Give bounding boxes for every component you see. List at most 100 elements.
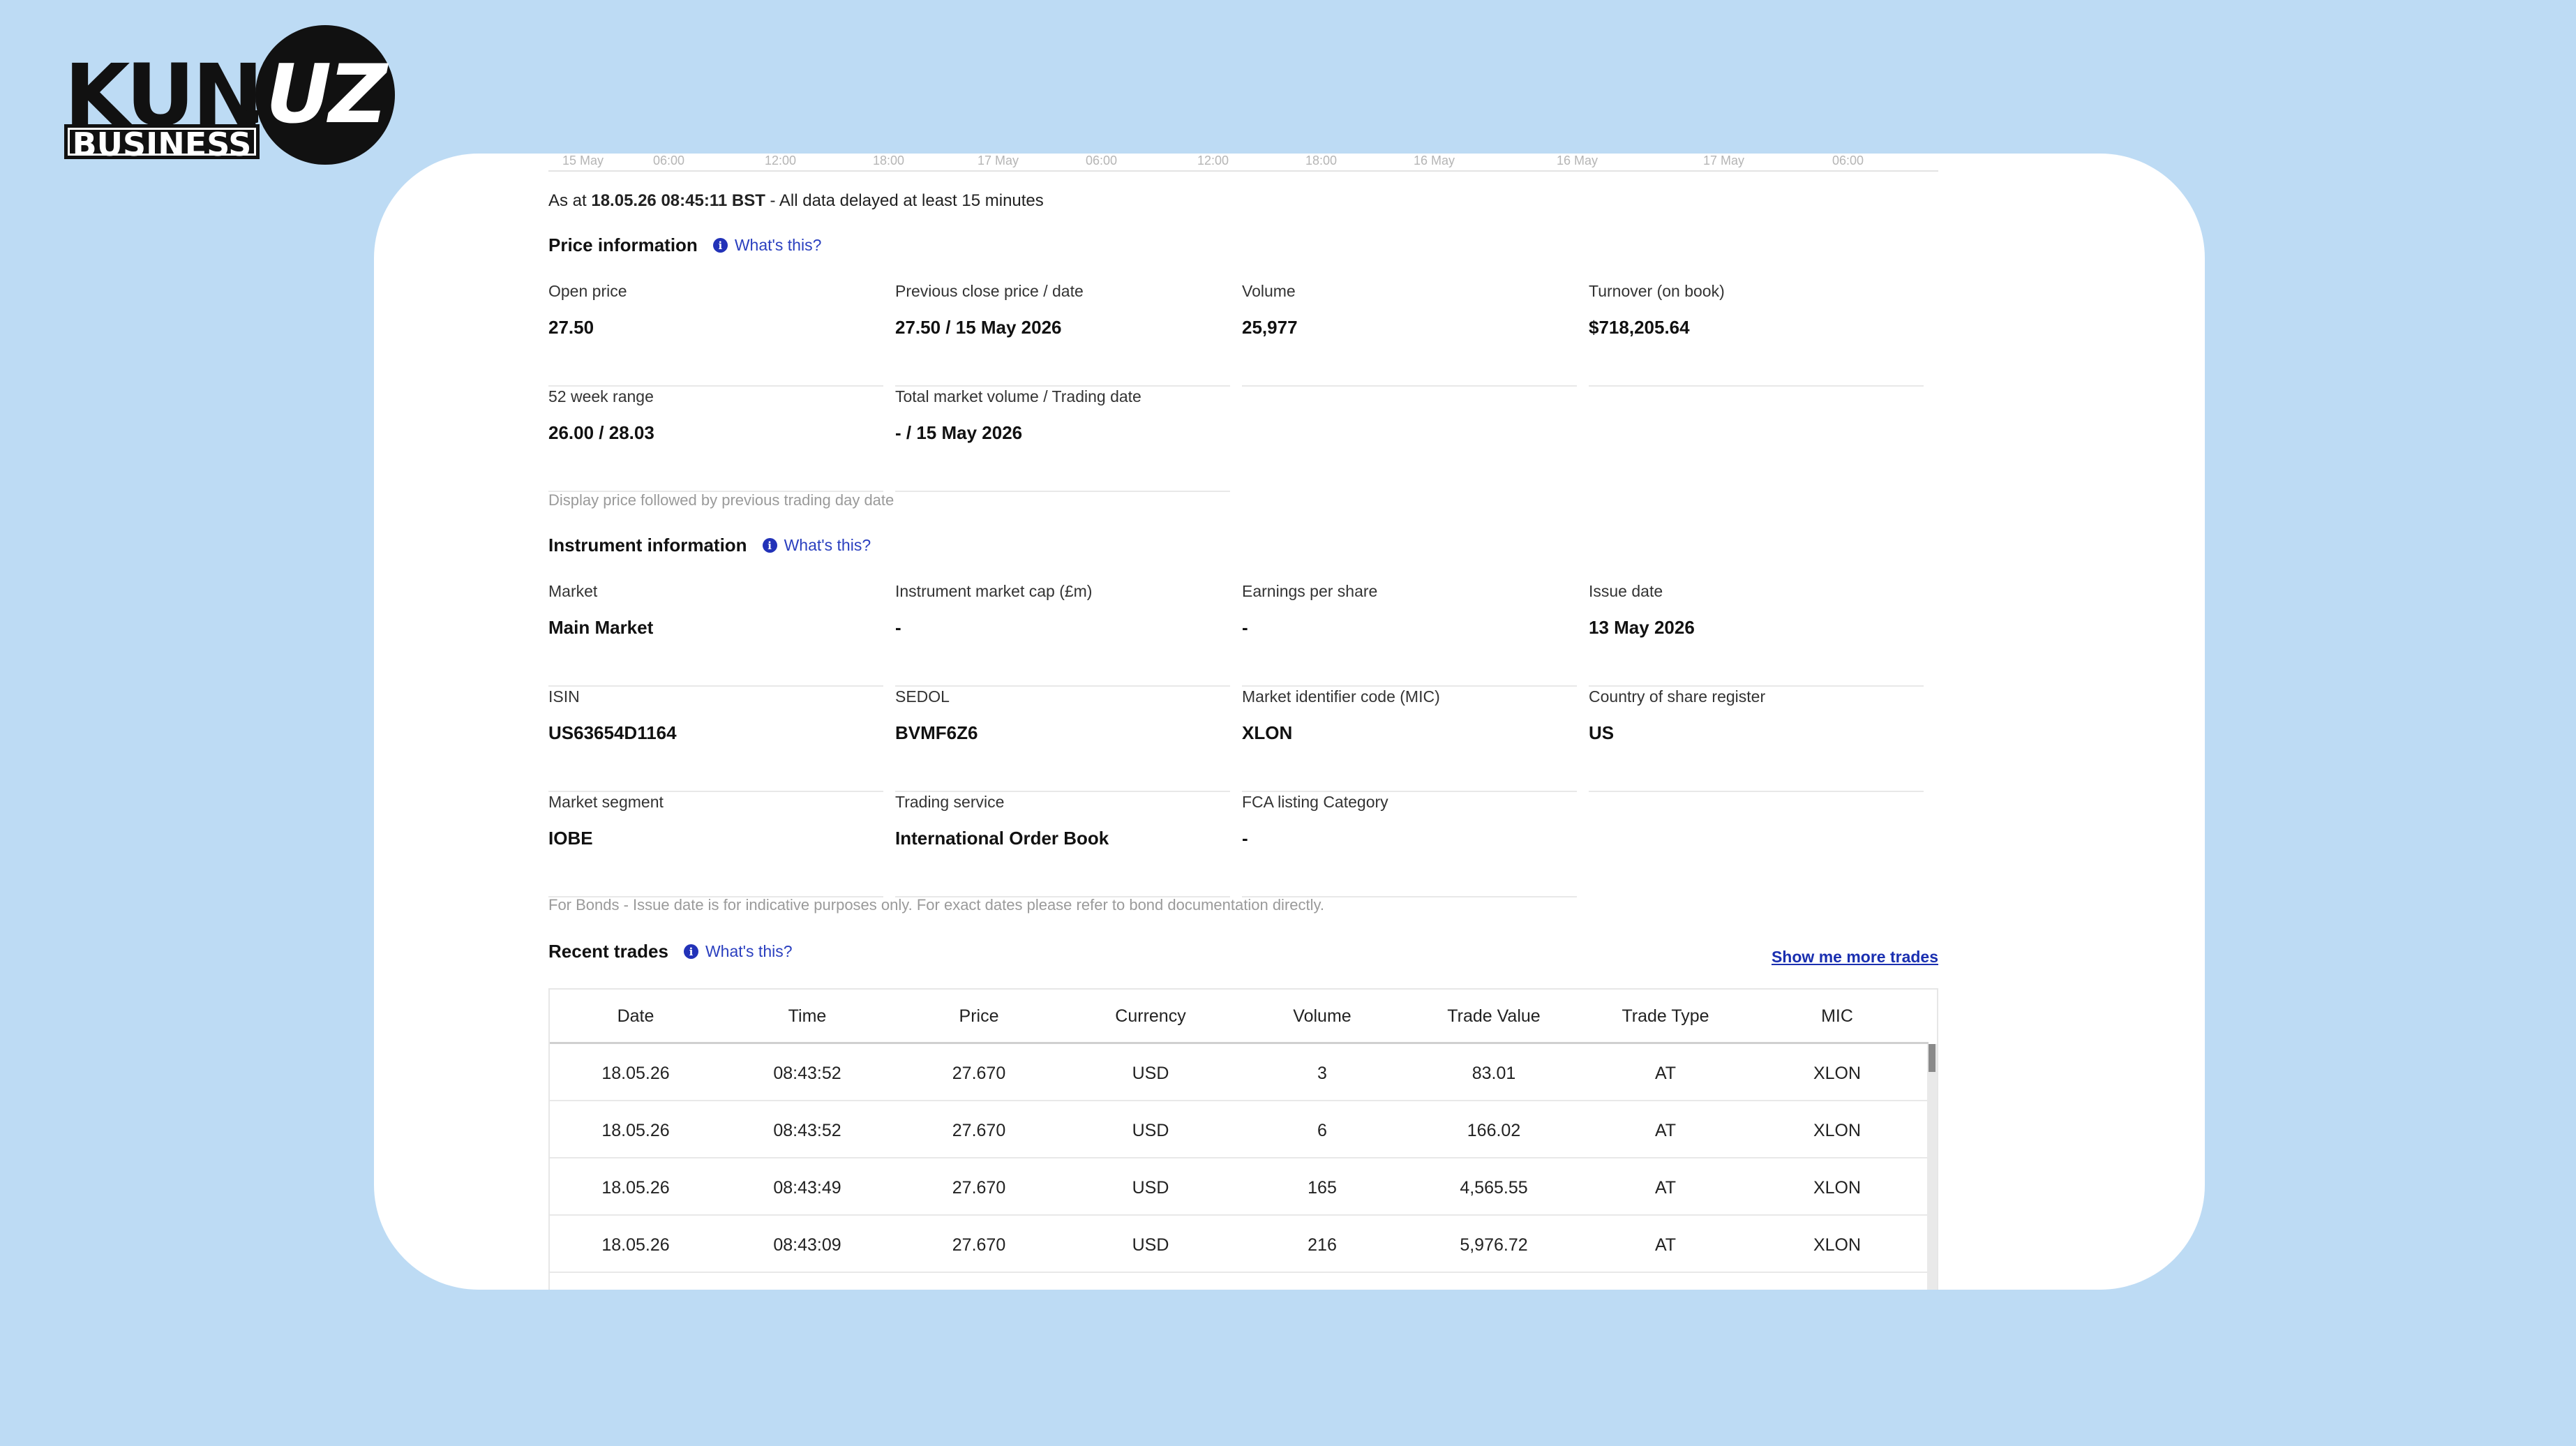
cell-trade-type: AT bbox=[1654, 1235, 1677, 1255]
cell-mic: XLON bbox=[1813, 1235, 1862, 1255]
cell-trade-value: 83.01 bbox=[1472, 1064, 1516, 1083]
instrument-information-header: Instrument information i What's this? bbox=[548, 535, 871, 556]
column-header-price[interactable]: Price bbox=[893, 1006, 1065, 1027]
table-scrollbar[interactable] bbox=[1927, 1044, 1937, 1290]
cell-trade-value: 4,565.55 bbox=[1460, 1178, 1528, 1198]
logo-uz-text: UZ bbox=[265, 47, 387, 142]
cell-mic: XLON bbox=[1813, 1064, 1862, 1083]
table-header-row: Date Time Price Currency Volume Trade Va… bbox=[550, 990, 1929, 1044]
logo-circle: UZ bbox=[255, 25, 395, 165]
info-icon: i bbox=[762, 538, 777, 553]
cell-time: 08:43:09 bbox=[773, 1235, 841, 1255]
column-header-trade-value[interactable]: Trade Value bbox=[1408, 1006, 1580, 1027]
kun-uz-business-logo: KUN UZ BUSINESS bbox=[64, 25, 399, 165]
cell-currency: USD bbox=[1132, 1178, 1169, 1198]
column-header-mic[interactable]: MIC bbox=[1751, 1006, 1923, 1027]
cell-trade-value: 5,976.72 bbox=[1460, 1235, 1528, 1255]
field-country-of-register: Country of share register US bbox=[1589, 687, 1924, 792]
info-icon: i bbox=[712, 238, 728, 253]
cell-trade-type: AT bbox=[1654, 1064, 1677, 1083]
price-display-note: Display price followed by previous tradi… bbox=[548, 491, 894, 509]
axis-tick: 06:00 bbox=[653, 154, 685, 167]
column-header-time[interactable]: Time bbox=[721, 1006, 893, 1027]
whats-this-link[interactable]: i What's this? bbox=[712, 236, 821, 255]
cell-volume: 165 bbox=[1308, 1178, 1337, 1198]
cell-currency: USD bbox=[1132, 1235, 1169, 1255]
bonds-issue-date-note: For Bonds - Issue date is for indicative… bbox=[548, 896, 1324, 914]
instrument-page: 15 May 06:00 12:00 18:00 17 May 06:00 12… bbox=[548, 154, 1938, 1290]
field-total-market-volume: Total market volume / Trading date - / 15… bbox=[895, 387, 1230, 492]
axis-tick: 17 May bbox=[1703, 154, 1745, 167]
field-previous-close: Previous close price / date 27.50 / 15 Ma… bbox=[895, 282, 1230, 387]
cell-date: 18.05.26 bbox=[601, 1178, 670, 1198]
field-isin: ISIN US63654D1164 bbox=[548, 687, 883, 792]
show-more-trades-link[interactable]: Show me more trades bbox=[1772, 948, 1938, 967]
cell-trade-value: 166.02 bbox=[1467, 1121, 1521, 1140]
cell-time: 08:43:49 bbox=[773, 1178, 841, 1198]
table-row: 18.05.26 08:43:09 27.670 USD 216 5,976.7… bbox=[550, 1216, 1929, 1273]
field-trading-service: Trading service International Order Book bbox=[895, 793, 1230, 897]
axis-tick: 16 May bbox=[1557, 154, 1598, 167]
axis-tick: 16 May bbox=[1414, 154, 1455, 167]
cell-time: 08:43:52 bbox=[773, 1064, 841, 1083]
field-sedol: SEDOL BVMF6Z6 bbox=[895, 687, 1230, 792]
whats-this-link[interactable]: i What's this? bbox=[683, 942, 793, 961]
screenshot-card: 15 May 06:00 12:00 18:00 17 May 06:00 12… bbox=[374, 154, 2205, 1290]
table-row: 18.05.26 08:43:52 27.670 USD 6 166.02 AT… bbox=[550, 1101, 1929, 1158]
axis-tick: 06:00 bbox=[1832, 154, 1864, 167]
axis-tick: 18:00 bbox=[1305, 154, 1338, 167]
cell-volume: 3 bbox=[1317, 1064, 1327, 1083]
cell-mic: XLON bbox=[1813, 1121, 1862, 1140]
section-title: Price information bbox=[548, 234, 698, 255]
field-market-cap: Instrument market cap (£m) - bbox=[895, 582, 1230, 687]
column-header-currency[interactable]: Currency bbox=[1065, 1006, 1236, 1027]
axis-tick: 18:00 bbox=[873, 154, 905, 167]
logo-dot bbox=[246, 110, 258, 123]
field-volume: Volume 25,977 bbox=[1242, 282, 1577, 387]
field-open-price: Open price 27.50 bbox=[548, 282, 883, 387]
scrollbar-thumb[interactable] bbox=[1929, 1044, 1935, 1072]
table-row: 18.05.26 08:43:49 27.670 USD 165 4,565.5… bbox=[550, 1158, 1929, 1216]
axis-tick: 12:00 bbox=[1197, 154, 1229, 167]
field-market-segment: Market segment IOBE bbox=[548, 793, 883, 897]
chart-axis-strip: 15 May 06:00 12:00 18:00 17 May 06:00 12… bbox=[548, 154, 1938, 172]
cell-trade-type: AT bbox=[1654, 1121, 1677, 1140]
table-row: 18.05.26 08:43:52 27.670 USD 3 83.01 AT … bbox=[550, 1044, 1929, 1101]
axis-tick: 17 May bbox=[978, 154, 1019, 167]
cell-trade-type: AT bbox=[1654, 1178, 1677, 1198]
field-issue-date: Issue date 13 May 2026 bbox=[1589, 582, 1924, 687]
cell-date: 18.05.26 bbox=[601, 1064, 670, 1083]
recent-trades-header: Recent trades i What's this? bbox=[548, 941, 793, 962]
cell-price: 27.670 bbox=[952, 1064, 1006, 1083]
data-delay-notice: As at 18.05.26 08:45:11 BST - All data d… bbox=[548, 191, 1044, 210]
section-title: Instrument information bbox=[548, 535, 747, 556]
cell-currency: USD bbox=[1132, 1121, 1169, 1140]
info-icon: i bbox=[683, 944, 698, 959]
recent-trades-table: Date Time Price Currency Volume Trade Va… bbox=[548, 988, 1938, 1290]
column-header-volume[interactable]: Volume bbox=[1236, 1006, 1408, 1027]
cell-price: 27.670 bbox=[952, 1235, 1006, 1255]
cell-time: 08:43:52 bbox=[773, 1121, 841, 1140]
column-header-trade-type[interactable]: Trade Type bbox=[1580, 1006, 1751, 1027]
column-header-date[interactable]: Date bbox=[550, 1006, 721, 1027]
price-information-header: Price information i What's this? bbox=[548, 234, 821, 256]
field-market: Market Main Market bbox=[548, 582, 883, 687]
field-earnings-per-share: Earnings per share - bbox=[1242, 582, 1577, 687]
field-mic: Market identifier code (MIC) XLON bbox=[1242, 687, 1577, 792]
axis-tick: 12:00 bbox=[765, 154, 797, 167]
axis-tick: 06:00 bbox=[1086, 154, 1118, 167]
cell-volume: 6 bbox=[1317, 1121, 1327, 1140]
cell-mic: XLON bbox=[1813, 1178, 1862, 1198]
section-title: Recent trades bbox=[548, 941, 668, 962]
cell-price: 27.670 bbox=[952, 1178, 1006, 1198]
cell-price: 27.670 bbox=[952, 1121, 1006, 1140]
cell-volume: 216 bbox=[1308, 1235, 1337, 1255]
logo-business-text: BUSINESS bbox=[64, 124, 260, 162]
cell-currency: USD bbox=[1132, 1064, 1169, 1083]
field-fca-listing-category: FCA listing Category - bbox=[1242, 793, 1577, 897]
axis-tick: 15 May bbox=[562, 154, 604, 167]
field-turnover: Turnover (on book) $718,205.64 bbox=[1589, 282, 1924, 387]
whats-this-link[interactable]: i What's this? bbox=[762, 536, 871, 555]
last-update-timestamp: 18.05.26 08:45:11 BST bbox=[591, 191, 765, 210]
cell-date: 18.05.26 bbox=[601, 1235, 670, 1255]
